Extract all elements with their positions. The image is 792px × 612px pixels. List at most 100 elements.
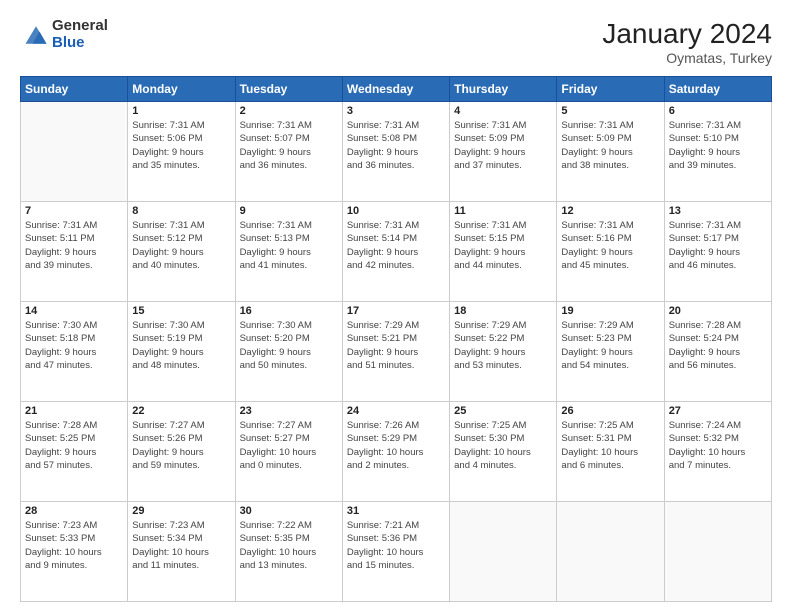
calendar-week-row: 14 Sunrise: 7:30 AM Sunset: 5:18 PM Dayli… [21, 302, 772, 402]
day-info: Sunrise: 7:31 AM Sunset: 5:11 PM Dayligh… [25, 219, 123, 272]
calendar-cell: 9 Sunrise: 7:31 AM Sunset: 5:13 PM Daylig… [235, 202, 342, 302]
main-title: January 2024 [602, 18, 772, 50]
day-number: 6 [669, 105, 767, 117]
calendar-cell: 12 Sunrise: 7:31 AM Sunset: 5:16 PM Dayli… [557, 202, 664, 302]
day-number: 5 [561, 105, 659, 117]
calendar-header-row: SundayMondayTuesdayWednesdayThursdayFrid… [21, 77, 772, 102]
calendar-cell [21, 102, 128, 202]
calendar-cell: 16Sunrise: 7:30 AM Sunset: 5:20 PM Dayli… [235, 302, 342, 402]
day-info: Sunrise: 7:21 AM Sunset: 5:36 PM Dayligh… [347, 519, 445, 572]
calendar-cell: 1Sunrise: 7:31 AM Sunset: 5:06 PM Daylig… [128, 102, 235, 202]
calendar-cell: 7 Sunrise: 7:31 AM Sunset: 5:11 PM Daylig… [21, 202, 128, 302]
day-info: Sunrise: 7:31 AM Sunset: 5:08 PM Dayligh… [347, 119, 445, 172]
calendar-cell: 22 Sunrise: 7:27 AM Sunset: 5:26 PM Dayli… [128, 402, 235, 502]
day-info: Sunrise: 7:31 AM Sunset: 5:15 PM Dayligh… [454, 219, 552, 272]
calendar-week-row: 1Sunrise: 7:31 AM Sunset: 5:06 PM Daylig… [21, 102, 772, 202]
calendar-table: SundayMondayTuesdayWednesdayThursdayFrid… [20, 76, 772, 602]
day-info: Sunrise: 7:28 AM Sunset: 5:24 PM Dayligh… [669, 319, 767, 372]
calendar-header-saturday: Saturday [664, 77, 771, 102]
day-info: Sunrise: 7:31 AM Sunset: 5:09 PM Dayligh… [454, 119, 552, 172]
day-number: 12 [561, 205, 659, 217]
calendar-cell: 24Sunrise: 7:26 AM Sunset: 5:29 PM Dayli… [342, 402, 449, 502]
day-info: Sunrise: 7:30 AM Sunset: 5:19 PM Dayligh… [132, 319, 230, 372]
day-number: 8 [132, 205, 230, 217]
day-number: 15 [132, 305, 230, 317]
calendar-cell: 17 Sunrise: 7:29 AM Sunset: 5:21 PM Dayli… [342, 302, 449, 402]
calendar-cell: 11 Sunrise: 7:31 AM Sunset: 5:15 PM Dayli… [450, 202, 557, 302]
day-info: Sunrise: 7:31 AM Sunset: 5:13 PM Dayligh… [240, 219, 338, 272]
calendar-week-row: 28Sunrise: 7:23 AM Sunset: 5:33 PM Dayli… [21, 502, 772, 602]
day-info: Sunrise: 7:30 AM Sunset: 5:20 PM Dayligh… [240, 319, 338, 372]
calendar-cell: 10Sunrise: 7:31 AM Sunset: 5:14 PM Dayli… [342, 202, 449, 302]
day-info: Sunrise: 7:28 AM Sunset: 5:25 PM Dayligh… [25, 419, 123, 472]
day-number: 2 [240, 105, 338, 117]
logo-blue-text: Blue [52, 35, 108, 52]
calendar-cell: 6 Sunrise: 7:31 AM Sunset: 5:10 PM Daylig… [664, 102, 771, 202]
calendar-cell: 3 Sunrise: 7:31 AM Sunset: 5:08 PM Daylig… [342, 102, 449, 202]
day-number: 17 [347, 305, 445, 317]
calendar-cell: 14 Sunrise: 7:30 AM Sunset: 5:18 PM Dayli… [21, 302, 128, 402]
day-number: 14 [25, 305, 123, 317]
calendar-cell: 8 Sunrise: 7:31 AM Sunset: 5:12 PM Daylig… [128, 202, 235, 302]
day-info: Sunrise: 7:31 AM Sunset: 5:12 PM Dayligh… [132, 219, 230, 272]
calendar-cell: 25Sunrise: 7:25 AM Sunset: 5:30 PM Dayli… [450, 402, 557, 502]
day-number: 28 [25, 505, 123, 517]
day-info: Sunrise: 7:30 AM Sunset: 5:18 PM Dayligh… [25, 319, 123, 372]
day-info: Sunrise: 7:29 AM Sunset: 5:22 PM Dayligh… [454, 319, 552, 372]
day-number: 22 [132, 405, 230, 417]
day-number: 1 [132, 105, 230, 117]
day-info: Sunrise: 7:25 AM Sunset: 5:31 PM Dayligh… [561, 419, 659, 472]
calendar-header-friday: Friday [557, 77, 664, 102]
calendar-cell: 28Sunrise: 7:23 AM Sunset: 5:33 PM Dayli… [21, 502, 128, 602]
day-info: Sunrise: 7:27 AM Sunset: 5:27 PM Dayligh… [240, 419, 338, 472]
calendar-cell: 18 Sunrise: 7:29 AM Sunset: 5:22 PM Dayli… [450, 302, 557, 402]
calendar-cell: 27Sunrise: 7:24 AM Sunset: 5:32 PM Dayli… [664, 402, 771, 502]
calendar-header-tuesday: Tuesday [235, 77, 342, 102]
calendar-cell: 15 Sunrise: 7:30 AM Sunset: 5:19 PM Dayli… [128, 302, 235, 402]
day-number: 7 [25, 205, 123, 217]
calendar-cell: 20 Sunrise: 7:28 AM Sunset: 5:24 PM Dayli… [664, 302, 771, 402]
day-info: Sunrise: 7:31 AM Sunset: 5:09 PM Dayligh… [561, 119, 659, 172]
day-info: Sunrise: 7:26 AM Sunset: 5:29 PM Dayligh… [347, 419, 445, 472]
day-info: Sunrise: 7:22 AM Sunset: 5:35 PM Dayligh… [240, 519, 338, 572]
day-number: 3 [347, 105, 445, 117]
logo-general-text: General [52, 18, 108, 35]
calendar-cell: 23 Sunrise: 7:27 AM Sunset: 5:27 PM Dayli… [235, 402, 342, 502]
day-info: Sunrise: 7:27 AM Sunset: 5:26 PM Dayligh… [132, 419, 230, 472]
calendar-cell: 26Sunrise: 7:25 AM Sunset: 5:31 PM Dayli… [557, 402, 664, 502]
day-info: Sunrise: 7:31 AM Sunset: 5:16 PM Dayligh… [561, 219, 659, 272]
calendar-cell: 5 Sunrise: 7:31 AM Sunset: 5:09 PM Daylig… [557, 102, 664, 202]
day-number: 31 [347, 505, 445, 517]
day-info: Sunrise: 7:31 AM Sunset: 5:17 PM Dayligh… [669, 219, 767, 272]
day-number: 11 [454, 205, 552, 217]
day-number: 21 [25, 405, 123, 417]
page: General Blue January 2024 Oymatas, Turke… [0, 0, 792, 612]
header: General Blue January 2024 Oymatas, Turke… [20, 18, 772, 66]
calendar-cell: 21 Sunrise: 7:28 AM Sunset: 5:25 PM Dayli… [21, 402, 128, 502]
calendar-cell [557, 502, 664, 602]
day-number: 20 [669, 305, 767, 317]
calendar-week-row: 7 Sunrise: 7:31 AM Sunset: 5:11 PM Daylig… [21, 202, 772, 302]
calendar-header-thursday: Thursday [450, 77, 557, 102]
day-number: 18 [454, 305, 552, 317]
title-block: January 2024 Oymatas, Turkey [602, 18, 772, 66]
logo-text: General Blue [52, 18, 108, 51]
calendar-cell: 2Sunrise: 7:31 AM Sunset: 5:07 PM Daylig… [235, 102, 342, 202]
day-info: Sunrise: 7:29 AM Sunset: 5:23 PM Dayligh… [561, 319, 659, 372]
day-info: Sunrise: 7:23 AM Sunset: 5:34 PM Dayligh… [132, 519, 230, 572]
day-info: Sunrise: 7:25 AM Sunset: 5:30 PM Dayligh… [454, 419, 552, 472]
day-number: 9 [240, 205, 338, 217]
day-info: Sunrise: 7:24 AM Sunset: 5:32 PM Dayligh… [669, 419, 767, 472]
calendar-cell: 31 Sunrise: 7:21 AM Sunset: 5:36 PM Dayli… [342, 502, 449, 602]
calendar-cell: 29Sunrise: 7:23 AM Sunset: 5:34 PM Dayli… [128, 502, 235, 602]
day-info: Sunrise: 7:31 AM Sunset: 5:10 PM Dayligh… [669, 119, 767, 172]
day-info: Sunrise: 7:31 AM Sunset: 5:14 PM Dayligh… [347, 219, 445, 272]
day-number: 13 [669, 205, 767, 217]
day-number: 23 [240, 405, 338, 417]
calendar-cell: 4Sunrise: 7:31 AM Sunset: 5:09 PM Daylig… [450, 102, 557, 202]
day-number: 19 [561, 305, 659, 317]
calendar-header-monday: Monday [128, 77, 235, 102]
calendar-week-row: 21 Sunrise: 7:28 AM Sunset: 5:25 PM Dayli… [21, 402, 772, 502]
day-info: Sunrise: 7:29 AM Sunset: 5:21 PM Dayligh… [347, 319, 445, 372]
logo-icon [22, 21, 50, 49]
